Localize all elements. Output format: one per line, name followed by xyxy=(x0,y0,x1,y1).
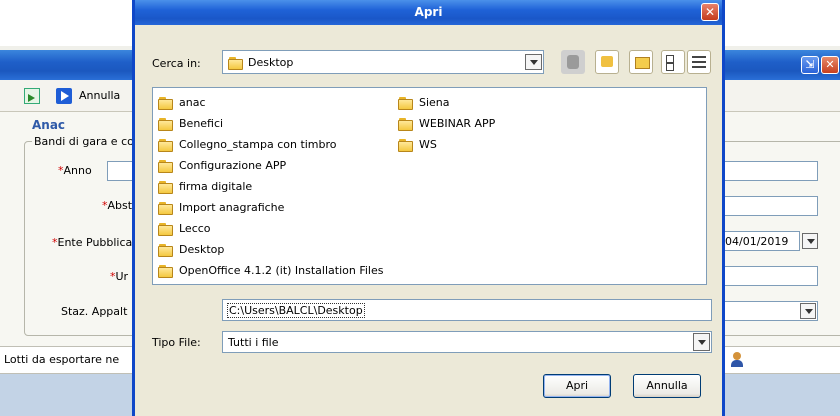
dialog-titlebar: Apri ✕ xyxy=(135,0,722,25)
staz-appalt-dropdown-button[interactable] xyxy=(800,303,816,319)
abst-input[interactable] xyxy=(718,196,818,216)
anno-right-input[interactable] xyxy=(718,161,818,181)
annulla-arrow-icon[interactable] xyxy=(56,88,72,104)
abst-label: *Abst xyxy=(102,199,133,212)
folder-icon xyxy=(158,243,174,257)
save-icon[interactable] xyxy=(24,88,40,104)
ur-input[interactable] xyxy=(718,266,818,286)
anno-label: *Anno xyxy=(58,164,92,177)
folder-icon xyxy=(158,201,174,215)
look-in-dropdown-button[interactable] xyxy=(525,54,542,70)
list-view-icon[interactable] xyxy=(661,50,685,74)
folder-icon xyxy=(158,117,174,131)
dialog-title: Apri xyxy=(414,5,443,19)
folder-icon xyxy=(158,180,174,194)
app-close-button[interactable]: ✕ xyxy=(821,56,839,74)
open-file-dialog: Apri ✕ Cerca in: Desktop anac Benefici C… xyxy=(132,0,725,416)
file-type-combo[interactable]: Tutti i file xyxy=(222,331,712,353)
fieldset-legend: Bandi di gara e co xyxy=(32,135,136,148)
annulla-toolbar-label[interactable]: Annulla xyxy=(79,89,120,102)
file-list[interactable]: anac Benefici Collegno_stampa con timbro… xyxy=(152,87,707,285)
folder-icon xyxy=(228,56,244,70)
folder-icon xyxy=(158,264,174,278)
user-icon[interactable] xyxy=(730,352,744,368)
date-dropdown-button[interactable] xyxy=(802,233,818,249)
file-name-input[interactable]: C:\Users\BALCL\Desktop xyxy=(222,299,712,321)
dialog-close-button[interactable]: ✕ xyxy=(701,3,719,21)
status-text: Lotti da esportare ne xyxy=(4,353,120,366)
staz-appalt-label: Staz. Appalt xyxy=(61,305,128,318)
cancel-button[interactable]: Annulla xyxy=(633,374,701,398)
folder-icon xyxy=(398,96,414,110)
ur-label: *Ur xyxy=(110,270,129,283)
date-value: 04/01/2019 xyxy=(725,235,789,248)
look-in-label: Cerca in: xyxy=(152,57,201,70)
back-icon[interactable] xyxy=(561,50,585,74)
section-title: Anac xyxy=(32,118,66,132)
folder-icon xyxy=(158,222,174,236)
folder-icon xyxy=(398,138,414,152)
folder-icon xyxy=(158,138,174,152)
details-view-icon[interactable] xyxy=(687,50,711,74)
new-folder-icon[interactable] xyxy=(629,50,653,74)
up-folder-icon[interactable] xyxy=(595,50,619,74)
file-type-label: Tipo File: xyxy=(152,336,201,349)
open-button[interactable]: Apri xyxy=(543,374,611,398)
ente-pubblica-label: *Ente Pubblica xyxy=(52,236,133,249)
restore-button[interactable]: ⇲ xyxy=(801,56,819,74)
look-in-combo[interactable]: Desktop xyxy=(222,50,544,74)
folder-icon xyxy=(158,159,174,173)
folder-icon xyxy=(398,117,414,131)
date-input[interactable]: 04/01/2019 xyxy=(718,231,800,251)
file-type-dropdown-button[interactable] xyxy=(693,333,710,351)
look-in-value: Desktop xyxy=(248,56,294,69)
file-type-value: Tutti i file xyxy=(228,336,279,349)
folder-icon xyxy=(158,96,174,110)
file-name-value: C:\Users\BALCL\Desktop xyxy=(227,303,365,318)
